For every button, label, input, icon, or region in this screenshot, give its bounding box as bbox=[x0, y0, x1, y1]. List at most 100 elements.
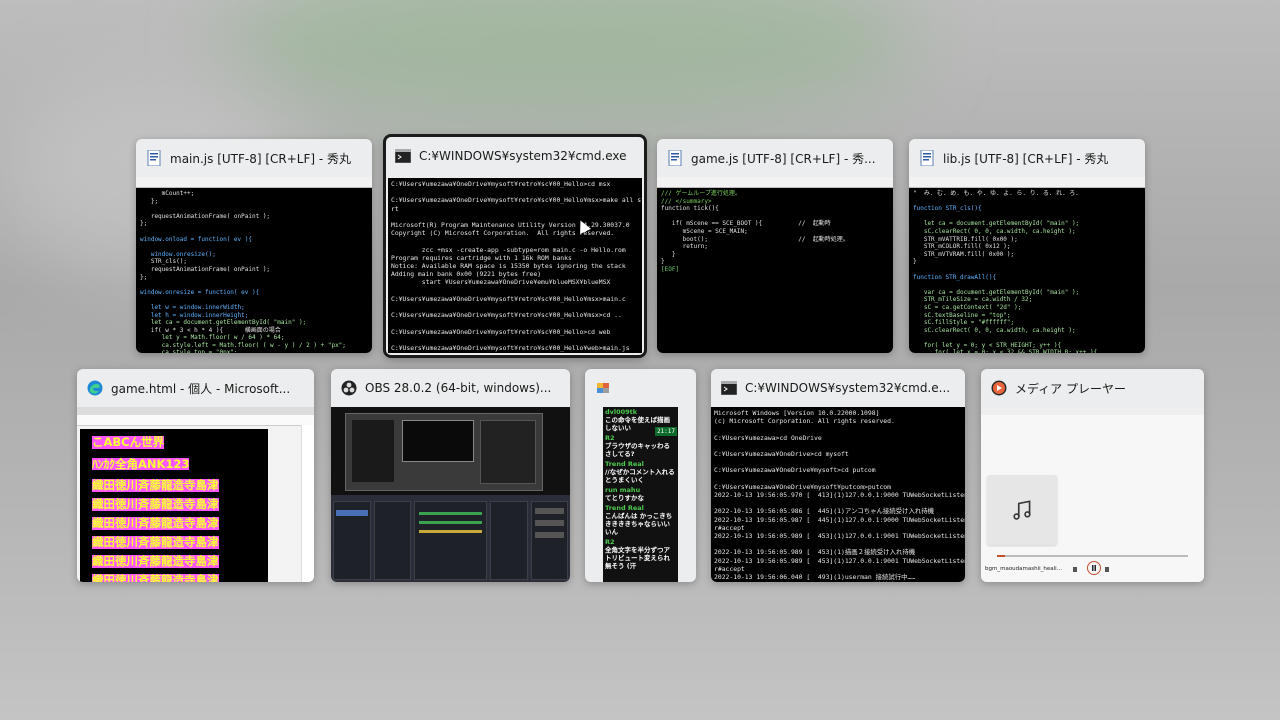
window-title: C:¥WINDOWS¥system32¥cmd.exe bbox=[419, 149, 627, 163]
app-grid-icon bbox=[595, 380, 611, 396]
text-line: C:¥Users¥umezawa¥OneDrive>cd mysoft bbox=[714, 450, 849, 459]
terminal-text: C:¥Users¥umezawa¥OneDrive¥mysoft¥retro¥s… bbox=[388, 178, 642, 353]
player-titlebar bbox=[981, 407, 1204, 415]
chat-message: //なぜかコメント入れるとうまくいく bbox=[605, 468, 675, 484]
window-thumbnail-edge[interactable]: game.html - 個人 - Microsoft... こABCん世界 ﾊﾝｶ… bbox=[77, 369, 314, 582]
text-line bbox=[913, 281, 1141, 289]
text-line: let y = Math.floor( w / 64 ) * 64; bbox=[140, 334, 285, 342]
background-blur bbox=[220, 0, 920, 120]
text-line: C:¥Users¥umezawa¥OneDrive¥mysoft¥retro¥s… bbox=[391, 344, 630, 353]
chat-author: Trend Real bbox=[605, 504, 644, 512]
text-line bbox=[714, 475, 962, 483]
text-line: 2022-10-13 19:56:05.989 [ 453](1)127.0.0… bbox=[714, 532, 965, 541]
text-line: mCount++; bbox=[140, 190, 195, 197]
album-art bbox=[987, 475, 1057, 545]
previous-button[interactable] bbox=[1073, 567, 1077, 572]
window-thumbnail-obs[interactable]: OBS 28.0.2 (64-bit, windows)... bbox=[331, 369, 570, 582]
window-thumbnail-media-player[interactable]: メディア プレーヤー bgm_maoudamashii_heali... bbox=[981, 369, 1204, 582]
text-line: STR_mVATTRIB.fill( 0x00 ); bbox=[913, 235, 1018, 243]
text-line bbox=[391, 352, 639, 353]
text-line: [EOF] bbox=[661, 265, 680, 273]
window-title: OBS 28.0.2 (64-bit, windows)... bbox=[365, 381, 552, 395]
chat-message: ブラウザのキャッわるさしてる? bbox=[605, 442, 670, 458]
game-text-line: 織田徳川斉藤龍造寺島津 bbox=[92, 516, 219, 530]
chat-message: てとりすかな bbox=[605, 494, 644, 502]
window-preview bbox=[331, 407, 570, 582]
text-line: C:¥Users¥umezawa¥OneDrive¥mysoft¥retro¥s… bbox=[391, 327, 611, 336]
window-thumbnail-lib-js[interactable]: lib.js [UTF-8] [CR+LF] - 秀丸 " み. む. め. も… bbox=[909, 139, 1145, 353]
window-preview: Microsoft Windows [Version 10.0.22000.10… bbox=[711, 407, 965, 582]
obs-preview-area bbox=[331, 407, 570, 495]
browser-addressbar bbox=[77, 415, 314, 426]
text-line: function tick(){ bbox=[661, 205, 719, 213]
text-line bbox=[391, 319, 639, 327]
code-text: mCount++; }; requestAnimationFrame( onPa… bbox=[136, 188, 372, 353]
text-line bbox=[913, 198, 1141, 206]
window-preview: C:¥Users¥umezawa¥OneDrive¥mysoft¥retro¥s… bbox=[388, 178, 642, 353]
game-text-line: 織田徳川斉藤龍造寺島津 bbox=[92, 554, 219, 568]
text-line: r#accept bbox=[714, 523, 745, 532]
text-line bbox=[714, 425, 962, 433]
window-preview: bgm_maoudamashii_heali... bbox=[981, 407, 1204, 582]
text-line: zcc +msx -create-app -subtype=rom main.c… bbox=[391, 245, 626, 254]
text-line: STR_cls(); bbox=[140, 258, 187, 266]
window-preview: こABCん世界 ﾊﾝｶｸ全角ANK123 織田徳川斉藤龍造寺島津 織田徳川斉藤龍造寺島… bbox=[77, 407, 314, 582]
window-thumbnail-main-js[interactable]: main.js [UTF-8] [CR+LF] - 秀丸 mCount++; }… bbox=[136, 139, 372, 353]
text-line: C:¥Users¥umezawa¥OneDrive¥mysoft¥putcom>… bbox=[714, 482, 891, 491]
text-line: 2022-10-13 19:56:05.986 [ 445](1)アンコちゃん接… bbox=[714, 507, 935, 516]
game-text-line: 織田徳川斉藤龍造寺島津 bbox=[92, 574, 219, 582]
text-line: requestAnimationFrame( onPaint ); bbox=[140, 265, 271, 273]
hidemaru-icon bbox=[919, 150, 935, 166]
text-line: STR_mVTVRAM.fill( 0x00 ); bbox=[913, 250, 1015, 258]
text-line: function STR_cls(){ bbox=[913, 205, 982, 213]
text-line bbox=[140, 228, 368, 236]
text-line: window.onresize = function( ev ){ bbox=[140, 288, 260, 296]
game-text-line: こABCん世界 bbox=[92, 435, 165, 449]
text-line: mScene = SCE_MAIN; bbox=[661, 227, 748, 235]
text-line: return; bbox=[661, 243, 708, 251]
text-line bbox=[391, 188, 639, 196]
text-line: } bbox=[661, 250, 676, 258]
text-line: C:¥Users¥umezawa>cd OneDrive bbox=[714, 433, 822, 442]
browser-tabbar bbox=[77, 407, 314, 415]
chat-clock: 21:17 bbox=[654, 427, 677, 436]
window-thumbnail-cmd-2[interactable]: C:¥WINDOWS¥system32¥cmd.e... Microsoft W… bbox=[711, 369, 965, 582]
text-line: /// ゲームループ進行処理。 bbox=[661, 190, 741, 197]
text-line: C:¥Users¥umezawa¥OneDrive¥mysoft¥retro¥s… bbox=[391, 196, 642, 205]
text-line: 2022-10-13 19:56:05.987 [ 445](1)127.0.0… bbox=[714, 515, 965, 524]
window-thumbnail-game-js[interactable]: game.js [UTF-8] [CR+LF] - 秀... /// ゲームルー… bbox=[657, 139, 893, 353]
text-line: Copyright (C) Microsoft Corporation. All… bbox=[391, 229, 615, 238]
code-text: " み. む. め. も. や. ゆ. よ. ら. り. る. れ. ろ. fu… bbox=[909, 188, 1145, 353]
text-line bbox=[714, 458, 962, 466]
window-thumbnail-chat[interactable]: dvl009tk この命令を使えば描画しないい R2 ブラウザのキャッわるさしてる? T… bbox=[585, 369, 696, 582]
text-line: Program requires cartridge with 1 16k RO… bbox=[391, 253, 572, 262]
obs-docks bbox=[331, 499, 570, 582]
text-line: requestAnimationFrame( onPaint ); bbox=[140, 212, 271, 220]
text-line: let w = window.innerWidth; bbox=[140, 303, 245, 311]
chat-author: run mahu bbox=[605, 486, 641, 494]
text-line: 2022-10-13 19:56:05.989 [ 453](1)描画２接続受け… bbox=[714, 548, 916, 557]
text-line: }; bbox=[140, 273, 148, 281]
text-line: function STR_drawAll(){ bbox=[913, 273, 997, 281]
seek-bar[interactable] bbox=[997, 555, 1188, 557]
text-line: Microsoft(R) Program Maintenance Utility… bbox=[391, 221, 630, 230]
next-button[interactable] bbox=[1105, 567, 1109, 572]
text-line: for( let y = 0; y < STR_HEIGHT; y++ ){ bbox=[913, 341, 1062, 349]
browser-sidebar bbox=[301, 425, 314, 582]
window-thumbnail-cmd-selected[interactable]: C:¥WINDOWS¥system32¥cmd.exe C:¥Users¥ume… bbox=[383, 134, 647, 358]
editor-toolbar bbox=[657, 177, 893, 188]
text-line: let ca = document.getElementById( "main"… bbox=[140, 319, 307, 327]
window-title: game.html - 個人 - Microsoft... bbox=[111, 381, 291, 396]
text-line bbox=[913, 213, 1141, 221]
text-line: if( mScene == SCE_BOOT ){ // 起動時 bbox=[661, 220, 831, 228]
text-line: let h = window.innerHeight; bbox=[140, 311, 249, 319]
text-line bbox=[913, 266, 1141, 274]
text-line: } bbox=[913, 258, 917, 266]
text-line: sC.clearRect( 0, 0, ca.width, ca.height … bbox=[913, 326, 1076, 334]
text-line: var ca = document.getElementById( "main"… bbox=[913, 288, 1080, 296]
window-preview: dvl009tk この命令を使えば描画しないい R2 ブラウザのキャッわるさしてる? T… bbox=[603, 407, 678, 582]
play-pause-button[interactable] bbox=[1087, 561, 1101, 575]
edge-icon bbox=[87, 380, 103, 396]
text-line: boot(); // 起動時処理。 bbox=[661, 235, 849, 243]
text-line: C:¥Users¥umezawa¥OneDrive¥mysoft¥retro¥s… bbox=[391, 294, 626, 303]
